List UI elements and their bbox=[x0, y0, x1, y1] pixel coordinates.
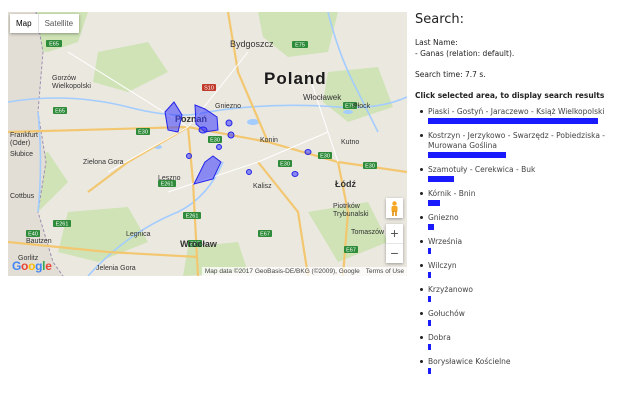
svg-text:E30: E30 bbox=[320, 154, 330, 160]
result-bar bbox=[428, 248, 431, 254]
map-attribution: Map data ©2017 GeoBasis-DE/BKG (©2009), … bbox=[201, 267, 407, 276]
polygon-kornik[interactable] bbox=[198, 126, 208, 134]
attribution-text: Map data ©2017 GeoBasis-DE/BKG (©2009), … bbox=[204, 268, 360, 275]
city-jelenia-gora: Jelenia Gora bbox=[96, 265, 136, 272]
map-canvas[interactable]: E65 E261 E75 S10 E30 E30 E30 E30 E30 E26… bbox=[8, 12, 407, 276]
polygon-goluchow[interactable] bbox=[246, 169, 252, 175]
city-legnica: Legnica bbox=[126, 231, 151, 238]
zoom-in-button[interactable]: + bbox=[386, 224, 403, 243]
list-item[interactable]: Gołuchów bbox=[420, 309, 637, 326]
result-label[interactable]: Gniezno bbox=[428, 213, 637, 223]
svg-text:E75: E75 bbox=[295, 43, 305, 49]
pegman-icon bbox=[391, 200, 398, 216]
list-item[interactable]: Kórnik - Bnin bbox=[420, 189, 637, 206]
city-leszno: Leszno bbox=[158, 175, 181, 182]
result-bar bbox=[428, 224, 434, 230]
zoom-out-button[interactable]: − bbox=[386, 243, 403, 263]
terms-of-use-link[interactable]: Terms of Use bbox=[366, 268, 404, 275]
city-bydgoszcz: Bydgoszcz bbox=[230, 39, 274, 49]
svg-text:E261: E261 bbox=[186, 214, 199, 220]
result-label[interactable]: Kostrzyn - Jerzykowo - Swarzędz - Pobied… bbox=[428, 131, 637, 151]
result-bar bbox=[428, 368, 431, 374]
city-plock: Płock bbox=[353, 103, 371, 110]
result-label[interactable]: Września bbox=[428, 237, 637, 247]
svg-text:E30: E30 bbox=[365, 164, 375, 170]
result-bar bbox=[428, 152, 506, 158]
city-slubice: Słubice bbox=[10, 151, 33, 158]
map-type-satellite-button[interactable]: Satellite bbox=[37, 14, 79, 33]
city-bautzen: Bautzen bbox=[26, 238, 52, 245]
results-panel: Search: Last Name: - Ganas (relation: de… bbox=[415, 0, 637, 381]
svg-text:E30: E30 bbox=[138, 130, 148, 136]
svg-text:E261: E261 bbox=[56, 222, 69, 228]
result-label[interactable]: Borysławice Kościelne bbox=[428, 357, 637, 367]
result-label[interactable]: Dobra bbox=[428, 333, 637, 343]
result-label[interactable]: Gołuchów bbox=[428, 309, 637, 319]
zoom-control: + − bbox=[386, 224, 403, 263]
map-type-control: Map Satellite bbox=[10, 14, 80, 33]
polygon-krzyzanowo[interactable] bbox=[216, 144, 222, 150]
list-item[interactable]: Wilczyn bbox=[420, 261, 637, 278]
city-konin: Konin bbox=[260, 137, 278, 144]
polygon-wilczyn[interactable] bbox=[291, 171, 299, 177]
result-bar bbox=[428, 176, 454, 182]
search-title: Search: bbox=[415, 12, 465, 27]
polygon-dobra[interactable] bbox=[186, 153, 192, 159]
result-label[interactable]: Krzyżanowo bbox=[428, 285, 637, 295]
instruction-text: Click selected area, to display search r… bbox=[415, 91, 605, 100]
result-bar bbox=[428, 344, 431, 350]
result-label[interactable]: Piaski - Gostyń - Jaraczewo - Książ Wiel… bbox=[428, 107, 637, 117]
list-item[interactable]: Borysławice Kościelne bbox=[420, 357, 637, 374]
result-bar bbox=[428, 296, 431, 302]
list-item[interactable]: Dobra bbox=[420, 333, 637, 350]
city-lodz: Łódź bbox=[335, 179, 356, 189]
svg-text:E30: E30 bbox=[280, 162, 290, 168]
city-gniezno: Gniezno bbox=[215, 103, 241, 110]
svg-text:E67: E67 bbox=[260, 232, 270, 238]
svg-text:E261: E261 bbox=[161, 182, 174, 188]
map[interactable]: E65 E261 E75 S10 E30 E30 E30 E30 E30 E26… bbox=[8, 12, 407, 276]
city-tomaszow: Tomaszów bbox=[351, 229, 385, 236]
list-item[interactable]: Piaski - Gostyń - Jaraczewo - Książ Wiel… bbox=[420, 107, 637, 124]
list-item[interactable]: Września bbox=[420, 237, 637, 254]
list-item[interactable]: Krzyżanowo bbox=[420, 285, 637, 302]
map-type-map-button[interactable]: Map bbox=[10, 14, 38, 33]
svg-text:S10: S10 bbox=[204, 86, 214, 92]
list-item[interactable]: Szamotuły - Cerekwica - Buk bbox=[420, 165, 637, 182]
polygon-wrzesnia[interactable] bbox=[227, 131, 235, 139]
result-bar bbox=[428, 118, 598, 124]
last-name-label: Last Name: bbox=[415, 38, 458, 47]
result-bar bbox=[428, 200, 440, 206]
svg-text:E40: E40 bbox=[28, 232, 38, 238]
polygon-boryslawice[interactable] bbox=[304, 149, 312, 155]
results-list: Piaski - Gostyń - Jaraczewo - Książ Wiel… bbox=[415, 107, 637, 374]
city-wloclawek: Włocławek bbox=[303, 93, 342, 102]
result-label[interactable]: Kórnik - Bnin bbox=[428, 189, 637, 199]
city-kutno: Kutno bbox=[341, 139, 359, 146]
country-label: Poland bbox=[264, 69, 327, 88]
street-view-pegman-icon[interactable] bbox=[386, 198, 403, 218]
city-cottbus: Cottbus bbox=[10, 193, 35, 200]
result-bar bbox=[428, 320, 431, 326]
svg-text:E65: E65 bbox=[49, 42, 59, 48]
result-bar bbox=[428, 272, 431, 278]
list-item[interactable]: Gniezno bbox=[420, 213, 637, 230]
search-time: Search time: 7.7 s. bbox=[415, 70, 486, 79]
google-logo[interactable]: Google bbox=[12, 259, 52, 273]
last-name-value: - Ganas (relation: default). bbox=[415, 49, 515, 58]
list-item[interactable]: Kostrzyn - Jerzykowo - Swarzędz - Pobied… bbox=[420, 131, 637, 158]
city-wroclaw: Wrocław bbox=[180, 239, 218, 249]
city-zielona-gora: Zielona Gora bbox=[83, 159, 124, 166]
svg-text:E30: E30 bbox=[210, 138, 220, 144]
svg-text:E67: E67 bbox=[346, 248, 356, 254]
result-label[interactable]: Wilczyn bbox=[428, 261, 637, 271]
svg-text:E65: E65 bbox=[55, 109, 65, 115]
polygon-gniezno[interactable] bbox=[225, 119, 233, 127]
city-kalisz: Kalisz bbox=[253, 183, 272, 190]
result-label[interactable]: Szamotuły - Cerekwica - Buk bbox=[428, 165, 637, 175]
